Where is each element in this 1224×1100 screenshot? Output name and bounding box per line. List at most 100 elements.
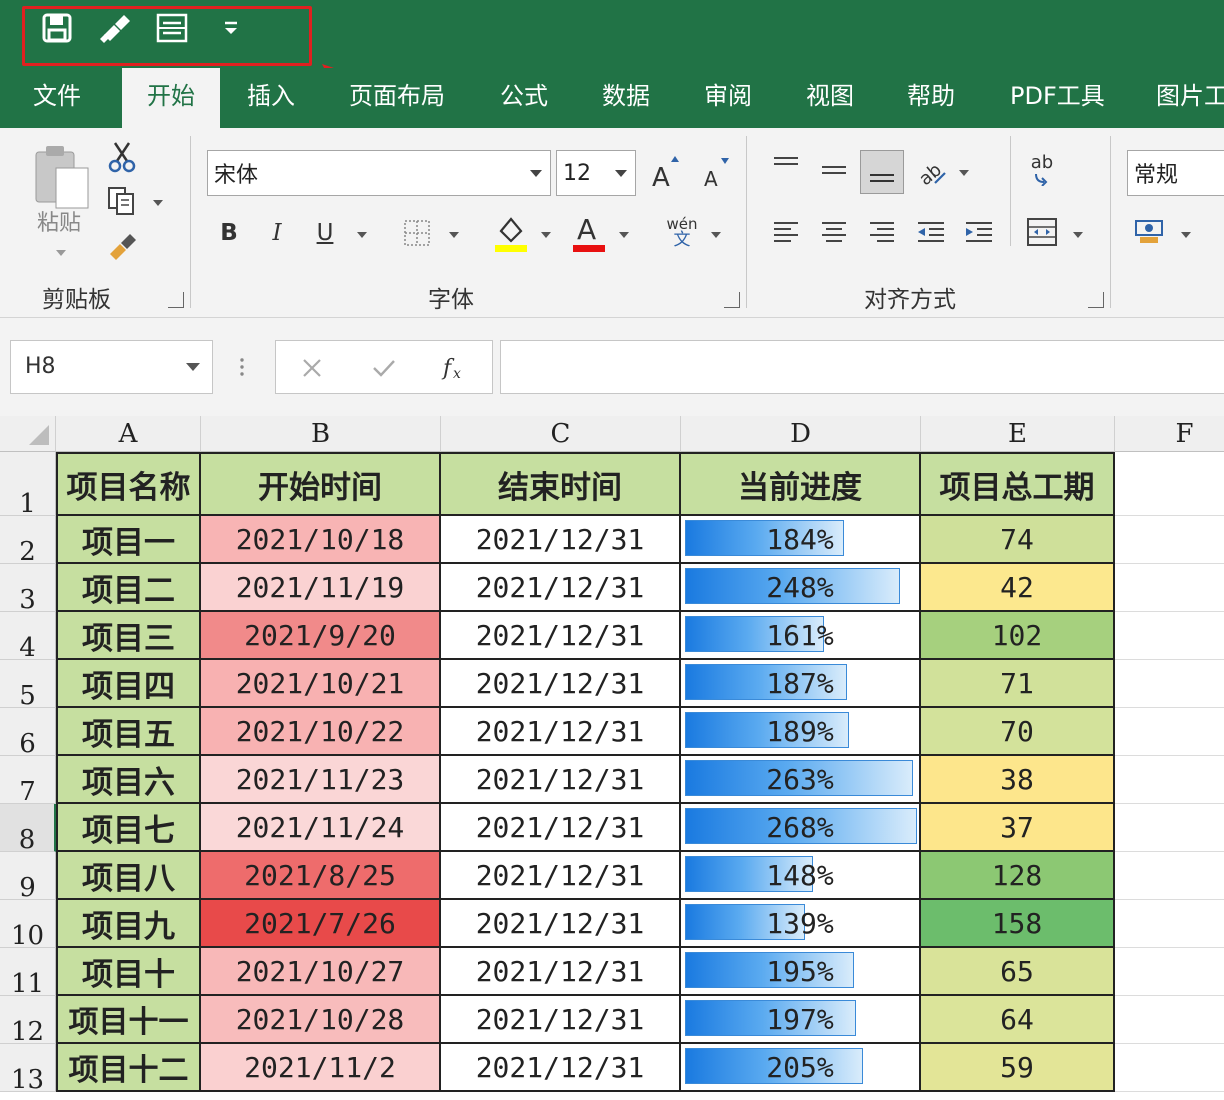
select-all-corner[interactable] bbox=[0, 416, 56, 452]
empty-cell[interactable] bbox=[1115, 612, 1224, 660]
cell-start[interactable]: 2021/11/19 bbox=[201, 564, 441, 612]
fill-color-icon[interactable] bbox=[492, 212, 530, 254]
tab-home[interactable]: 开始 bbox=[122, 68, 220, 128]
cell-progress[interactable]: 187% bbox=[681, 660, 921, 708]
cell-duration[interactable]: 74 bbox=[921, 516, 1115, 564]
cell-name[interactable]: 项目一 bbox=[56, 516, 201, 564]
cell-end[interactable]: 2021/12/31 bbox=[441, 756, 681, 804]
align-center-icon[interactable] bbox=[816, 216, 852, 248]
more-options-icon[interactable] bbox=[234, 354, 250, 380]
cell-name[interactable]: 项目八 bbox=[56, 852, 201, 900]
header-cell[interactable]: 项目总工期 bbox=[921, 452, 1115, 516]
empty-cell[interactable] bbox=[1115, 660, 1224, 708]
cell-progress[interactable]: 268% bbox=[681, 804, 921, 852]
row-header-2[interactable]: 2 bbox=[0, 516, 56, 567]
decrease-indent-icon[interactable] bbox=[912, 216, 950, 248]
customize-dropdown-icon[interactable] bbox=[214, 12, 248, 44]
cell-progress[interactable]: 184% bbox=[681, 516, 921, 564]
cell-duration[interactable]: 42 bbox=[921, 564, 1115, 612]
font-name-select[interactable]: 宋体 bbox=[207, 150, 551, 196]
borders-chevron-down-icon[interactable] bbox=[449, 232, 459, 238]
font-color-chevron-down-icon[interactable] bbox=[619, 232, 629, 238]
row-header-5[interactable]: 5 bbox=[0, 660, 56, 711]
column-header-d[interactable]: D bbox=[681, 416, 921, 452]
row-header-6[interactable]: 6 bbox=[0, 708, 56, 759]
cell-end[interactable]: 2021/12/31 bbox=[441, 852, 681, 900]
decrease-font-icon[interactable]: A bbox=[700, 152, 734, 192]
cell-progress[interactable]: 189% bbox=[681, 708, 921, 756]
tab-formulas[interactable]: 公式 bbox=[500, 68, 548, 128]
copy-icon[interactable] bbox=[104, 184, 140, 218]
header-cell[interactable]: 项目名称 bbox=[56, 452, 201, 516]
column-header-c[interactable]: C bbox=[441, 416, 681, 452]
tab-help[interactable]: 帮助 bbox=[907, 68, 955, 128]
italic-button[interactable]: I bbox=[262, 216, 292, 250]
cell-end[interactable]: 2021/12/31 bbox=[441, 1044, 681, 1092]
row-header-1[interactable]: 1 bbox=[0, 452, 56, 519]
tab-file[interactable]: 文件 bbox=[33, 68, 81, 128]
cell-start[interactable]: 2021/10/18 bbox=[201, 516, 441, 564]
cell-end[interactable]: 2021/12/31 bbox=[441, 948, 681, 996]
insert-function-icon[interactable]: fx bbox=[438, 351, 474, 385]
column-header-f[interactable]: F bbox=[1115, 416, 1224, 452]
cell-progress[interactable]: 195% bbox=[681, 948, 921, 996]
cell-progress[interactable]: 205% bbox=[681, 1044, 921, 1092]
page-layout-icon[interactable] bbox=[155, 12, 189, 44]
accounting-format-icon[interactable] bbox=[1130, 214, 1170, 250]
tab-picture-tools[interactable]: 图片工 bbox=[1156, 68, 1224, 128]
underline-chevron-down-icon[interactable] bbox=[357, 232, 367, 238]
cell-duration[interactable]: 70 bbox=[921, 708, 1115, 756]
cancel-icon[interactable] bbox=[296, 353, 328, 383]
align-top-icon[interactable] bbox=[768, 150, 804, 180]
font-color-icon[interactable]: A bbox=[570, 212, 608, 254]
column-header-a[interactable]: A bbox=[56, 416, 201, 452]
cell-duration[interactable]: 128 bbox=[921, 852, 1115, 900]
cell-start[interactable]: 2021/7/26 bbox=[201, 900, 441, 948]
cell-progress[interactable]: 148% bbox=[681, 852, 921, 900]
cell-name[interactable]: 项目四 bbox=[56, 660, 201, 708]
tab-review[interactable]: 审阅 bbox=[704, 68, 752, 128]
cell-duration[interactable]: 38 bbox=[921, 756, 1115, 804]
empty-cell[interactable] bbox=[1115, 564, 1224, 612]
align-right-icon[interactable] bbox=[864, 216, 900, 248]
cell-end[interactable]: 2021/12/31 bbox=[441, 564, 681, 612]
accounting-chevron-down-icon[interactable] bbox=[1181, 232, 1191, 238]
alignment-launcher-icon[interactable] bbox=[1088, 292, 1104, 308]
cell-duration[interactable]: 37 bbox=[921, 804, 1115, 852]
row-header-3[interactable]: 3 bbox=[0, 564, 56, 615]
cell-start[interactable]: 2021/9/20 bbox=[201, 612, 441, 660]
cell-end[interactable]: 2021/12/31 bbox=[441, 708, 681, 756]
cell-name[interactable]: 项目六 bbox=[56, 756, 201, 804]
name-box[interactable]: H8 bbox=[10, 340, 213, 394]
empty-cell[interactable] bbox=[1115, 948, 1224, 996]
cell-duration[interactable]: 102 bbox=[921, 612, 1115, 660]
cell-end[interactable]: 2021/12/31 bbox=[441, 612, 681, 660]
cell-start[interactable]: 2021/10/22 bbox=[201, 708, 441, 756]
cell-name[interactable]: 项目十 bbox=[56, 948, 201, 996]
font-size-select[interactable]: 12 bbox=[556, 150, 636, 196]
format-painter-icon[interactable] bbox=[98, 12, 132, 44]
cell-start[interactable]: 2021/8/25 bbox=[201, 852, 441, 900]
save-icon[interactable] bbox=[40, 12, 74, 44]
phonetic-guide-icon[interactable]: wén 文 bbox=[662, 212, 702, 254]
cut-icon[interactable] bbox=[104, 140, 140, 174]
empty-cell[interactable] bbox=[1115, 900, 1224, 948]
tab-page-layout[interactable]: 页面布局 bbox=[349, 68, 445, 128]
tab-pdf-tools[interactable]: PDF工具 bbox=[1010, 68, 1105, 128]
header-cell[interactable]: 当前进度 bbox=[681, 452, 921, 516]
empty-cell[interactable] bbox=[1115, 852, 1224, 900]
clipboard-launcher-icon[interactable] bbox=[168, 292, 184, 308]
wrap-text-icon[interactable]: ab bbox=[1024, 148, 1060, 192]
bold-button[interactable]: B bbox=[212, 216, 246, 250]
empty-cell[interactable] bbox=[1115, 996, 1224, 1044]
empty-cell[interactable] bbox=[1115, 708, 1224, 756]
cell-duration[interactable]: 158 bbox=[921, 900, 1115, 948]
cell-start[interactable]: 2021/11/24 bbox=[201, 804, 441, 852]
empty-cell[interactable] bbox=[1115, 516, 1224, 564]
cell-start[interactable]: 2021/10/27 bbox=[201, 948, 441, 996]
tab-insert[interactable]: 插入 bbox=[247, 68, 295, 128]
align-middle-icon[interactable] bbox=[816, 156, 852, 186]
cell-duration[interactable]: 64 bbox=[921, 996, 1115, 1044]
tab-view[interactable]: 视图 bbox=[806, 68, 854, 128]
row-header-8[interactable]: 8 bbox=[0, 804, 56, 855]
